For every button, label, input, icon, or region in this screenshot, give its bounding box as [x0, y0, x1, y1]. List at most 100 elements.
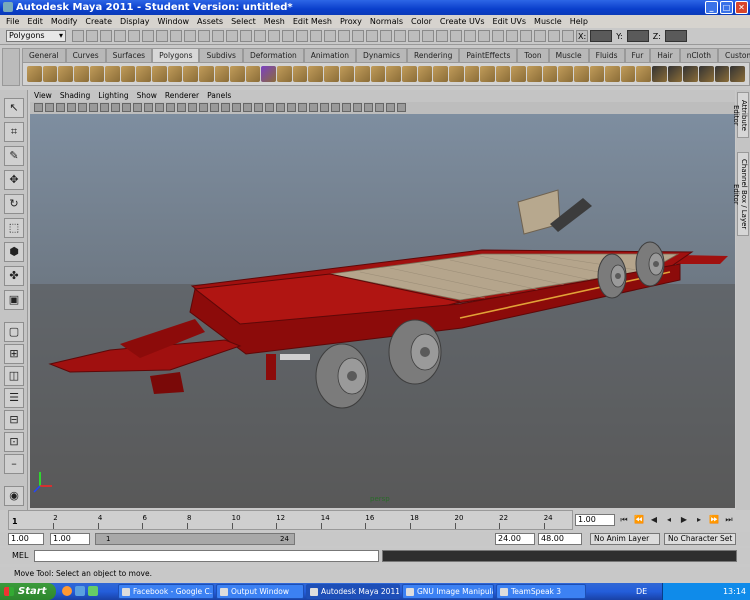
shelf-tab-painteffects[interactable]: PaintEffects [459, 48, 518, 62]
status-line-icon[interactable] [352, 30, 364, 42]
status-line-icon[interactable] [142, 30, 154, 42]
poly-platonic-icon[interactable] [198, 66, 214, 82]
status-line-icon[interactable] [212, 30, 224, 42]
fill-hole-icon[interactable] [355, 66, 370, 82]
menu-select[interactable]: Select [227, 15, 260, 28]
status-line-icon[interactable] [338, 30, 350, 42]
hypershade-layout-icon[interactable]: ⊡ [4, 432, 24, 452]
task-output-window[interactable]: Output Window [216, 584, 304, 599]
scale-tool-icon[interactable]: ⬚ [4, 218, 24, 238]
panel-toolbar-icon[interactable] [56, 103, 65, 112]
shelf-tab-curves[interactable]: Curves [65, 48, 106, 62]
minimize-button[interactable]: _ [705, 1, 718, 14]
status-line-icon[interactable] [128, 30, 140, 42]
status-line-icon[interactable] [156, 30, 168, 42]
status-line-icon[interactable] [506, 30, 518, 42]
menu-create[interactable]: Create [81, 15, 116, 28]
status-line-icon[interactable] [310, 30, 322, 42]
render-view-icon[interactable]: ◉ [4, 486, 24, 506]
graph-layout-icon[interactable]: ⊟ [4, 410, 24, 430]
checker-icon[interactable] [683, 66, 698, 82]
menu-create-uvs[interactable]: Create UVs [436, 15, 489, 28]
panel-toolbar-icon[interactable] [122, 103, 131, 112]
cut-uv-icon[interactable] [698, 66, 714, 82]
average-icon[interactable] [339, 66, 355, 82]
status-line-icon[interactable] [408, 30, 420, 42]
panel-toolbar-icon[interactable] [155, 103, 164, 112]
playback-start-field[interactable]: 1.00 [50, 533, 90, 545]
panel-toolbar-icon[interactable] [254, 103, 263, 112]
panel-toolbar-icon[interactable] [309, 103, 318, 112]
split-polygon-icon[interactable] [402, 66, 417, 82]
panel-toolbar-icon[interactable] [111, 103, 120, 112]
status-line-icon[interactable] [562, 30, 574, 42]
status-line-icon[interactable] [492, 30, 504, 42]
animation-start-field[interactable]: 1.00 [8, 533, 44, 545]
outliner-layout-icon[interactable]: ☰ [4, 388, 24, 408]
bevel-icon[interactable] [495, 66, 511, 82]
panel-toolbar-icon[interactable] [397, 103, 406, 112]
explorer-quicklaunch-icon[interactable] [75, 586, 85, 596]
status-line-icon[interactable] [240, 30, 252, 42]
rotate-tool-icon[interactable]: ↻ [4, 194, 24, 214]
panel-toolbar-icon[interactable] [232, 103, 241, 112]
status-line-icon[interactable] [226, 30, 238, 42]
panel-toolbar-icon[interactable] [100, 103, 109, 112]
boolean-difference-icon[interactable] [277, 66, 292, 82]
status-line-icon[interactable] [184, 30, 196, 42]
poly-helix-icon[interactable] [167, 66, 183, 82]
step-forward-frame-button[interactable]: ▸ [693, 514, 705, 526]
status-line-icon[interactable] [254, 30, 266, 42]
single-pane-layout-icon[interactable]: ▢ [4, 322, 24, 342]
firefox-quicklaunch-icon[interactable] [62, 586, 72, 596]
poly-cone-icon[interactable] [73, 66, 89, 82]
sculpt-icon[interactable] [386, 66, 401, 82]
task-gimp[interactable]: GNU Image Manipulat... [402, 584, 494, 599]
desktop-quicklaunch-icon[interactable] [88, 586, 98, 596]
status-line-icon[interactable] [380, 30, 392, 42]
paint-select-icon[interactable]: ✎ [4, 146, 24, 166]
menu-help[interactable]: Help [566, 15, 592, 28]
status-line-icon[interactable] [282, 30, 294, 42]
custom-layout-icon[interactable]: – [4, 454, 24, 474]
status-line-icon[interactable] [520, 30, 532, 42]
shelf-options-button[interactable] [2, 48, 20, 86]
soft-mod-icon[interactable]: ✤ [4, 266, 24, 286]
panel-toolbar-icon[interactable] [386, 103, 395, 112]
panel-toolbar-icon[interactable] [287, 103, 296, 112]
shelf-tab-general[interactable]: General [22, 48, 66, 62]
shelf-tab-dynamics[interactable]: Dynamics [356, 48, 408, 62]
close-button[interactable]: ✕ [735, 1, 748, 14]
menu-set-selector[interactable]: Polygons [6, 30, 66, 42]
panel-menu-lighting[interactable]: Lighting [94, 90, 132, 102]
mirror-icon[interactable] [308, 66, 323, 82]
merge-icon[interactable] [511, 66, 526, 82]
menu-window[interactable]: Window [154, 15, 194, 28]
panel-menu-panels[interactable]: Panels [203, 90, 235, 102]
shelf-tab-deformation[interactable]: Deformation [242, 48, 304, 62]
shelf-tab-toon[interactable]: Toon [517, 48, 549, 62]
status-line-icon[interactable] [72, 30, 84, 42]
keep-faces-icon[interactable] [589, 66, 605, 82]
status-line-icon[interactable] [268, 30, 280, 42]
shelf-tab-muscle[interactable]: Muscle [548, 48, 589, 62]
attribute-editor-tab[interactable]: Attribute Editor [732, 92, 749, 138]
start-button[interactable]: Start [0, 583, 56, 600]
panel-toolbar-icon[interactable] [199, 103, 208, 112]
menu-muscle[interactable]: Muscle [530, 15, 566, 28]
perspective-viewport[interactable]: persp [30, 114, 735, 508]
reduce-icon[interactable] [370, 66, 386, 82]
channel-box-tab[interactable]: Channel Box / Layer Editor [732, 152, 749, 236]
panel-toolbar-icon[interactable] [221, 103, 230, 112]
current-time-field[interactable]: 1.00 [575, 514, 615, 526]
append-icon[interactable] [448, 66, 464, 82]
panel-toolbar-icon[interactable] [89, 103, 98, 112]
boolean-intersection-icon[interactable] [292, 66, 308, 82]
poly-soccer-icon[interactable] [183, 66, 198, 82]
shelf-tab-polygons[interactable]: Polygons [152, 48, 200, 62]
boolean-union-icon[interactable] [261, 66, 276, 82]
uv-editor-icon[interactable] [667, 66, 683, 82]
chamfer-icon[interactable] [542, 66, 558, 82]
playback-end-field[interactable]: 24.00 [495, 533, 535, 545]
time-slider[interactable]: 1 2 4 6 8 10 12 14 16 18 20 22 24 [8, 510, 573, 530]
